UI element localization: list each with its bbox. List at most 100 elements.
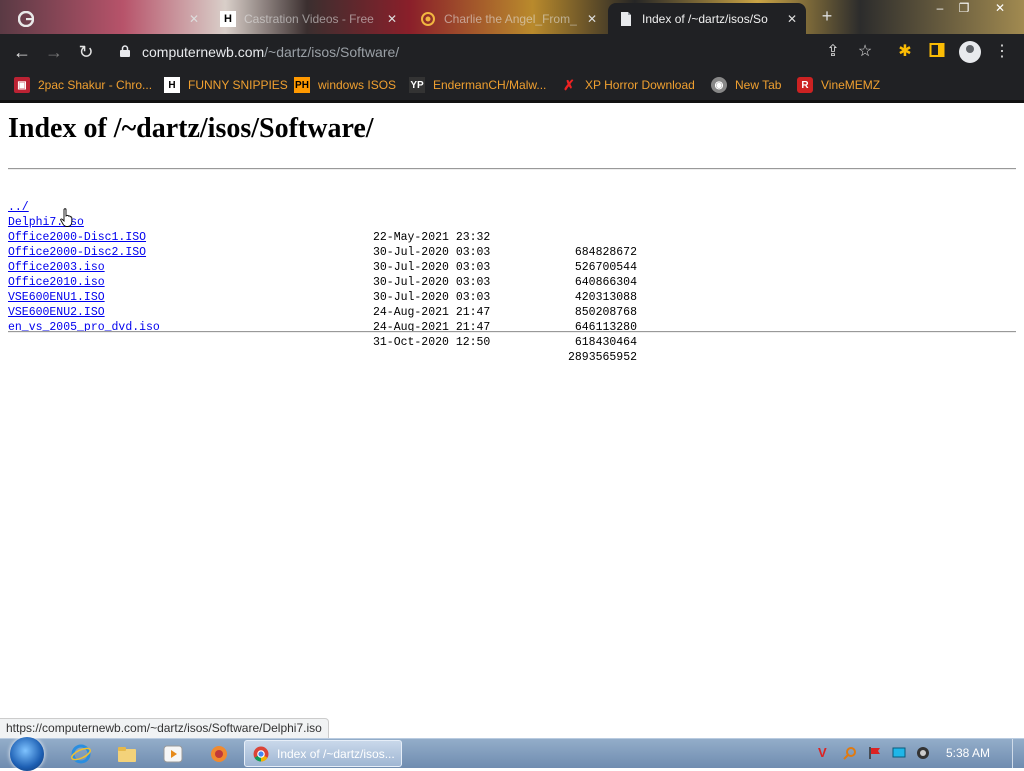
taskbar: Index of /~dartz/isos... V 5:38 AM — [0, 737, 1024, 771]
file-listing: ../ Delphi7.iso 22-May-2021 23:32 684828… — [8, 185, 637, 364]
bookmark-label: EndermanCH/Malw... — [433, 78, 547, 92]
search-tray-icon[interactable] — [843, 746, 857, 760]
bookmark-label: XP Horror Download — [585, 78, 695, 92]
restore-icon[interactable]: ❐ — [952, 0, 976, 18]
reload-icon[interactable]: ↻ — [75, 41, 97, 63]
page-content: Index of /~dartz/isos/Software/ ../ Delp… — [0, 103, 1024, 718]
bookmark-2pac-shakur[interactable]: ▣ 2pac Shakur - Chro... — [14, 75, 152, 95]
tab-charlie-the-angel[interactable]: Charlie the Angel_From_ ✕ — [410, 3, 606, 34]
bookmarks-bar: ▣ 2pac Shakur - Chro... H FUNNY SNIPPIES… — [0, 70, 1024, 103]
side-panel-icon[interactable] — [927, 42, 947, 62]
bookmark-funny-snippies[interactable]: H FUNNY SNIPPIES — [164, 75, 288, 95]
ph-icon: PH — [294, 77, 310, 93]
close-tab-icon[interactable]: ✕ — [784, 12, 800, 26]
link-status-bar: https://computernewb.com/~dartz/isos/Sof… — [0, 718, 329, 740]
app-spiral-icon[interactable] — [208, 743, 230, 765]
antivirus-tray-icon[interactable]: V — [818, 746, 832, 760]
h-icon: H — [220, 10, 236, 27]
page-title: Index of /~dartz/isos/Software/ — [8, 113, 374, 144]
lock-icon — [120, 45, 130, 57]
media-player-icon[interactable] — [162, 743, 184, 765]
bookmark-endermanch[interactable]: YP EndermanCH/Malw... — [409, 75, 546, 95]
file-date: 30-Jul-2020 03:03 — [373, 291, 491, 304]
display-tray-icon[interactable] — [892, 746, 906, 760]
new-tab-button[interactable]: + — [816, 6, 838, 28]
bookmark-label: VineMEMZ — [821, 78, 881, 92]
file-date: 31-Oct-2020 12:50 — [373, 336, 491, 349]
bookmark-label: New Tab — [735, 78, 782, 92]
r-icon: R — [797, 77, 813, 93]
bookmark-xp-horror[interactable]: ✗ XP Horror Download — [561, 75, 695, 95]
internet-explorer-icon[interactable] — [70, 743, 92, 765]
bookmark-windows-isos[interactable]: PH windows ISOS — [294, 75, 396, 95]
start-button[interactable] — [10, 737, 44, 771]
bookmark-new-tab[interactable]: ◉ New Tab — [711, 75, 781, 95]
share-icon[interactable]: ⇪ — [823, 42, 843, 62]
close-tab-icon[interactable]: ✕ — [186, 12, 202, 26]
file-size: 684828672 — [574, 246, 637, 259]
tab-index-of[interactable]: Index of /~dartz/isos/So ✕ — [608, 3, 806, 34]
file-size: 2893565952 — [567, 351, 637, 364]
file-explorer-icon[interactable] — [116, 743, 138, 765]
minimize-icon[interactable]: – — [928, 0, 952, 18]
volume-tray-icon[interactable] — [916, 746, 930, 760]
tab-strip: ✕ H Castration Videos - Free ✕ Charlie t… — [0, 0, 1024, 34]
bookmark-label: FUNNY SNIPPIES — [188, 78, 288, 92]
show-desktop-button[interactable] — [1012, 739, 1024, 768]
window-close-icon[interactable]: ✕ — [988, 0, 1012, 18]
top-divider — [8, 168, 1016, 170]
google-icon — [18, 10, 34, 27]
file-size: 850208768 — [574, 306, 637, 319]
file-date: 22-May-2021 23:32 — [373, 231, 491, 244]
bookmark-label: 2pac Shakur - Chro... — [38, 78, 153, 92]
extensions-puzzle-icon[interactable]: ✱ — [895, 42, 915, 62]
tab-google[interactable]: ✕ — [8, 3, 208, 34]
tab-title: Charlie the Angel_From_ — [444, 11, 577, 26]
spiral-icon — [420, 11, 436, 27]
list-item: Office2000-Disc1.ISO 30-Jul-2020 03:03 5… — [8, 215, 637, 274]
list-item: Office2003.iso 30-Jul-2020 03:03 4203130… — [8, 245, 637, 304]
tab-title: Castration Videos - Free — [244, 11, 374, 26]
page-icon — [618, 11, 634, 27]
tab-castration-videos[interactable]: H Castration Videos - Free ✕ — [210, 3, 406, 34]
bookmark-vinememz[interactable]: R VineMEMZ — [797, 75, 880, 95]
browser-toolbar: ← → ↻ computernewb.com/~dartz/isos/Softw… — [0, 34, 1024, 70]
url-host: computernewb.com — [142, 44, 265, 60]
address-bar[interactable]: computernewb.com/~dartz/isos/Software/ — [108, 38, 892, 66]
list-item: Office2010.iso 30-Jul-2020 03:03 8502087… — [8, 260, 637, 319]
file-date: 30-Jul-2020 03:03 — [373, 246, 491, 259]
file-date: 24-Aug-2021 21:47 — [373, 306, 491, 319]
url-path: /~dartz/isos/Software/ — [264, 44, 400, 60]
file-date: 30-Jul-2020 03:03 — [373, 261, 491, 274]
url-text: computernewb.com/~dartz/isos/Software/ — [142, 44, 399, 60]
close-tab-icon[interactable]: ✕ — [384, 12, 400, 26]
tab-title: Index of /~dartz/isos/So — [642, 11, 768, 26]
list-item: Office2000-Disc2.ISO 30-Jul-2020 03:03 6… — [8, 230, 637, 289]
back-arrow-icon[interactable]: ← — [11, 41, 33, 63]
list-item: ../ — [8, 185, 49, 214]
bookmark-label: windows ISOS — [318, 78, 397, 92]
flag-tray-icon[interactable] — [868, 746, 882, 760]
list-item: Delphi7.iso 22-May-2021 23:32 684828672 — [8, 200, 637, 259]
kebab-menu-icon[interactable]: ⋮ — [992, 42, 1012, 62]
list-item: en_vs_2005_pro_dvd.iso 31-Oct-2020 12:50… — [8, 305, 637, 364]
x-icon: ✗ — [563, 76, 575, 93]
taskbar-chrome-window[interactable]: Index of /~dartz/isos... — [244, 740, 402, 767]
file-size: 526700544 — [574, 261, 637, 274]
h-icon: H — [164, 77, 180, 93]
bookmark-icon: ▣ — [14, 77, 30, 93]
file-size: 640866304 — [574, 276, 637, 289]
close-tab-icon[interactable]: ✕ — [584, 12, 600, 26]
star-icon[interactable]: ☆ — [855, 42, 875, 62]
list-item: VSE600ENU1.ISO 24-Aug-2021 21:47 6461132… — [8, 275, 637, 334]
yp-icon: YP — [409, 77, 425, 93]
chrome-icon — [253, 746, 269, 762]
list-item: VSE600ENU2.ISO 24-Aug-2021 21:47 6184304… — [8, 290, 637, 349]
clock[interactable]: 5:38 AM — [946, 746, 990, 760]
forward-arrow-icon[interactable]: → — [43, 41, 65, 63]
file-size: 618430464 — [574, 336, 637, 349]
profile-avatar[interactable] — [959, 41, 981, 63]
taskbar-window-title: Index of /~dartz/isos... — [277, 746, 395, 761]
globe-icon: ◉ — [711, 77, 727, 93]
hand-cursor-icon — [60, 208, 73, 227]
